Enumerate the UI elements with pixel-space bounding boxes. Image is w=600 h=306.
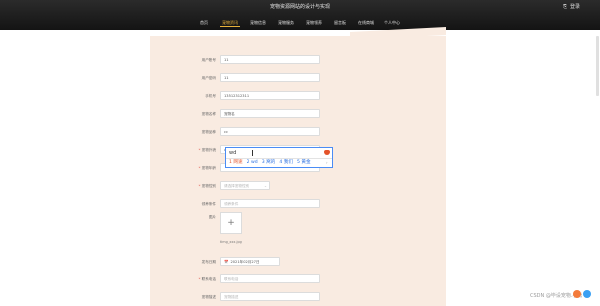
- field-label: 宠物品种: [201, 130, 216, 134]
- username-field[interactable]: 11: [220, 55, 320, 64]
- field-label: 用户密码: [201, 76, 216, 80]
- ime-next-page-icon[interactable]: ›: [326, 159, 328, 167]
- date-picker[interactable]: 📅 2021年02月27日: [220, 257, 280, 266]
- ime-candidate[interactable]: 1 网速: [229, 160, 243, 165]
- ime-candidate[interactable]: 4 我们: [279, 160, 293, 165]
- nav-item-profile[interactable]: 个人中心: [382, 18, 402, 28]
- form-row-description: 宠物描述 宠物描述: [0, 292, 600, 302]
- field-label: 图片: [208, 215, 216, 219]
- form-row-contact: * 联系电话 联系电话: [0, 274, 600, 284]
- uploaded-file-name: timg_xxx.jpg: [220, 240, 242, 244]
- form-row-adoption-terms: 领养条件 领养条件: [0, 199, 600, 209]
- ime-logo-icon: [324, 150, 330, 155]
- field-label: 宠物描述: [201, 295, 216, 299]
- field-label: 手机号: [205, 94, 216, 98]
- login-link[interactable]: 登录: [570, 4, 580, 11]
- form-row-image: 图片: [0, 212, 600, 222]
- scrollbar-thumb[interactable]: [596, 36, 599, 96]
- field-label-text: 宠物性别: [201, 184, 216, 188]
- nav-item-pet-info[interactable]: 宠物信息: [248, 18, 268, 28]
- ime-candidate[interactable]: 3 窝的: [262, 160, 276, 165]
- login-icon[interactable]: ⎘: [563, 4, 567, 11]
- ime-candidate-popup: wd 1 网速 2 wd 3 窝的 4 我们 5 黄金 ›: [225, 147, 333, 168]
- nav-item-pet-news[interactable]: 宠物资讯: [220, 18, 240, 28]
- pet-gender-select[interactable]: 请选择宠物性别 ⌄: [220, 181, 270, 190]
- form-row-date: 发布日期 📅 2021年02月27日: [0, 257, 600, 267]
- calendar-icon: 📅: [224, 260, 229, 264]
- ime-candidate-list: 1 网速 2 wd 3 窝的 4 我们 5 黄金: [229, 159, 313, 167]
- nav-item-shop[interactable]: 在线商城: [356, 18, 376, 28]
- image-upload-button[interactable]: +: [220, 212, 242, 234]
- floating-action-icon[interactable]: [573, 290, 581, 298]
- field-label: * 宠物外貌: [176, 145, 216, 155]
- plus-icon: +: [227, 218, 235, 228]
- site-title: 宠物资源网站的设计与实现: [269, 4, 330, 10]
- form-row-phone: 手机号 13512312311: [0, 91, 600, 101]
- ime-composing-text: wd: [229, 150, 237, 156]
- field-label: 用户账号: [201, 58, 216, 62]
- field-label-text: 联系电话: [201, 277, 216, 281]
- description-field[interactable]: 宠物描述: [220, 292, 320, 301]
- ime-candidate[interactable]: 5 黄金: [297, 160, 311, 165]
- mouse-text-cursor: [252, 150, 253, 156]
- pet-name-field[interactable]: 宠物名: [220, 109, 320, 118]
- floating-help-icon[interactable]: [583, 290, 591, 298]
- field-label: 宠物名称: [201, 112, 216, 116]
- top-bar: 宠物资源网站的设计与实现 ⎘ 登录 首页 宠物资讯 宠物信息 宠物服务 宠物领养…: [0, 0, 600, 30]
- field-label-text: 宠物外貌: [201, 148, 216, 152]
- field-label: * 宠物性别: [176, 181, 216, 191]
- field-label: * 宠物年龄: [176, 163, 216, 173]
- form-row-pet-breed: 宠物品种 cc: [0, 127, 600, 137]
- nav-item-home[interactable]: 首页: [196, 18, 212, 28]
- field-label: 领养条件: [201, 202, 216, 206]
- form-row-password: 用户密码 11: [0, 73, 600, 83]
- ime-candidate[interactable]: 2 wd: [247, 160, 258, 165]
- adoption-terms-field[interactable]: 领养条件: [220, 199, 320, 208]
- field-label: 发布日期: [201, 260, 216, 264]
- pet-breed-field[interactable]: cc: [220, 127, 320, 136]
- date-value: 2021年02月27日: [230, 260, 260, 264]
- contact-field[interactable]: 联系电话: [220, 274, 320, 283]
- chevron-down-icon: ⌄: [263, 184, 267, 188]
- form-row-username: 用户账号 11: [0, 55, 600, 65]
- field-label: * 联系电话: [176, 274, 216, 284]
- form-row-pet-gender: * 宠物性别 请选择宠物性别 ⌄: [0, 181, 600, 191]
- pet-gender-placeholder: 请选择宠物性别: [224, 184, 250, 188]
- password-field[interactable]: 11: [220, 73, 320, 82]
- field-label-text: 宠物年龄: [201, 166, 216, 170]
- form-row-pet-name: 宠物名称 宠物名: [0, 109, 600, 119]
- phone-field[interactable]: 13512312311: [220, 91, 320, 100]
- nav-item-adoption[interactable]: 宠物领养: [304, 18, 324, 28]
- nav-item-pet-service[interactable]: 宠物服务: [276, 18, 296, 28]
- nav-item-guestbook[interactable]: 留言板: [332, 18, 348, 28]
- main-nav: 首页 宠物资讯 宠物信息 宠物服务 宠物领养 留言板 在线商城 个人中心: [0, 18, 600, 28]
